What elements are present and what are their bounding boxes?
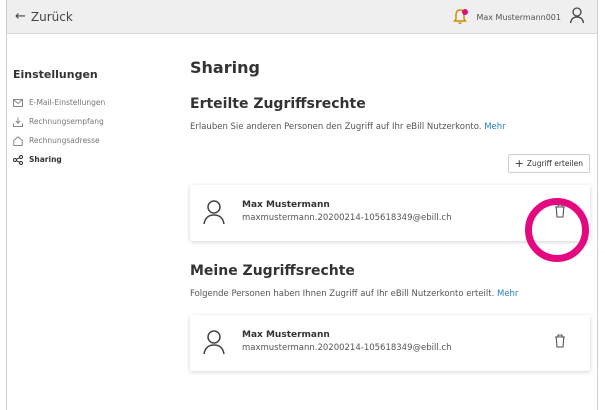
plus-icon: + bbox=[514, 156, 524, 170]
granted-access-description: Erlauben Sie anderen Personen den Zugrif… bbox=[190, 122, 590, 132]
person-icon bbox=[202, 329, 226, 359]
top-bar: ← Zurück Max Mustermann001 bbox=[7, 0, 597, 34]
granted-description-text: Erlauben Sie anderen Personen den Zugrif… bbox=[190, 122, 482, 132]
page-title: Sharing bbox=[190, 58, 260, 77]
sidebar-item-sharing[interactable]: Sharing bbox=[13, 150, 173, 169]
user-area: Max Mustermann001 bbox=[452, 6, 585, 28]
my-access-description: Folgende Personen haben Ihnen Zugriff au… bbox=[190, 289, 590, 299]
mail-icon bbox=[13, 98, 23, 108]
granted-more-link[interactable]: Mehr bbox=[484, 122, 505, 132]
my-person-email: maxmustermann.20200214-105618349@ebill.c… bbox=[242, 343, 452, 353]
settings-sidebar: Einstellungen E-Mail-Einstellungen Rechn… bbox=[13, 68, 173, 169]
my-more-link[interactable]: Mehr bbox=[497, 289, 518, 299]
granted-access-heading: Erteilte Zugriffsrechte bbox=[190, 96, 366, 112]
person-icon bbox=[202, 199, 226, 229]
grant-access-button[interactable]: + Zugriff erteilen bbox=[507, 154, 590, 173]
sidebar-item-invoice-receipt[interactable]: Rechnungsempfang bbox=[13, 112, 173, 131]
my-description-text: Folgende Personen haben Ihnen Zugriff au… bbox=[190, 289, 495, 299]
my-access-heading: Meine Zugriffsrechte bbox=[190, 263, 355, 279]
bell-icon[interactable] bbox=[452, 8, 469, 26]
download-icon bbox=[13, 117, 23, 127]
sidebar-title: Einstellungen bbox=[13, 68, 98, 81]
grant-access-label: Zugriff erteilen bbox=[526, 159, 583, 168]
granted-person-name: Max Mustermann bbox=[242, 200, 330, 210]
user-icon[interactable] bbox=[569, 6, 585, 28]
username[interactable]: Max Mustermann001 bbox=[476, 13, 561, 22]
sidebar-item-invoice-address[interactable]: Rechnungsadresse bbox=[13, 131, 173, 150]
highlight-circle bbox=[525, 198, 589, 262]
sidebar-item-email-settings[interactable]: E-Mail-Einstellungen bbox=[13, 93, 173, 112]
my-access-section: Meine Zugriffsrechte Folgende Personen h… bbox=[190, 263, 590, 299]
app-window: ← Zurück Max Mustermann001 Einstellungen bbox=[6, 0, 598, 410]
my-person-name: Max Mustermann bbox=[242, 330, 330, 340]
sidebar-item-label: Rechnungsadresse bbox=[29, 136, 100, 145]
back-label: Zurück bbox=[30, 9, 73, 24]
grant-row: + Zugriff erteilen bbox=[190, 154, 590, 173]
sidebar-item-label: E-Mail-Einstellungen bbox=[29, 98, 106, 107]
granted-person-email: maxmustermann.20200214-105618349@ebill.c… bbox=[242, 213, 452, 223]
arrow-left-icon: ← bbox=[15, 9, 26, 24]
trash-icon[interactable] bbox=[554, 333, 566, 352]
back-link[interactable]: ← Zurück bbox=[15, 9, 73, 24]
sidebar-item-label: Sharing bbox=[29, 155, 62, 164]
my-access-card: Max Mustermann maxmustermann.20200214-10… bbox=[190, 315, 590, 371]
home-icon bbox=[13, 135, 23, 146]
sidebar-item-label: Rechnungsempfang bbox=[29, 117, 104, 126]
share-icon bbox=[13, 154, 23, 165]
